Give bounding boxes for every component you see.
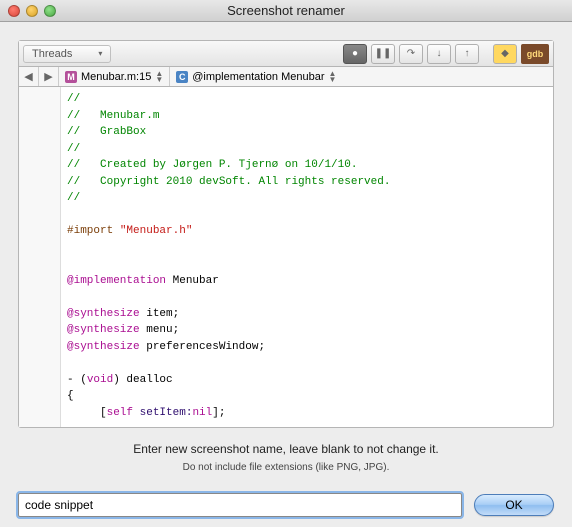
step-out-button[interactable]: ↑ [455,44,479,64]
class-icon: C [176,71,188,83]
symbol-selector[interactable]: C @implementation Menubar ▲▼ [170,67,553,86]
updown-icon: ▲▼ [328,71,336,82]
traffic-lights [8,5,56,17]
rename-input[interactable] [18,493,462,517]
file-label: Menubar.m:15 [81,71,151,83]
code-editor[interactable]: // // Menubar.m // GrabBox // // Created… [61,87,553,427]
threads-dropdown[interactable]: Threads [23,45,111,63]
record-button[interactable]: ● [343,44,367,64]
breadcrumb: ◀ ▶ M Menubar.m:15 ▲▼ C @implementation … [19,67,553,87]
file-selector[interactable]: M Menubar.m:15 ▲▼ [59,67,170,86]
titlebar: Screenshot renamer [0,0,572,22]
nav-back-button[interactable]: ◀ [19,67,39,86]
gutter [19,87,61,427]
gdb-button[interactable]: gdb [521,44,549,64]
code-panel: Threads ● ❚❚ ↷ ↓ ↑ ◆ gdb ◀ ▶ M Menubar.m… [18,40,554,428]
nav-forward-button[interactable]: ▶ [39,67,59,86]
window-title: Screenshot renamer [0,3,572,18]
pause-button[interactable]: ❚❚ [371,44,395,64]
close-icon[interactable] [8,5,20,17]
zoom-icon[interactable] [44,5,56,17]
breakpoints-button[interactable]: ◆ [493,44,517,64]
debug-toolbar: Threads ● ❚❚ ↷ ↓ ↑ ◆ gdb [19,41,553,67]
ok-button[interactable]: OK [474,494,554,516]
symbol-label: @implementation Menubar [192,71,324,83]
minimize-icon[interactable] [26,5,38,17]
objc-file-icon: M [65,71,77,83]
step-over-button[interactable]: ↷ [399,44,423,64]
updown-icon: ▲▼ [155,71,163,82]
prompt-subtext: Do not include file extensions (like PNG… [18,462,554,473]
prompt-text: Enter new screenshot name, leave blank t… [18,442,554,456]
step-into-button[interactable]: ↓ [427,44,451,64]
